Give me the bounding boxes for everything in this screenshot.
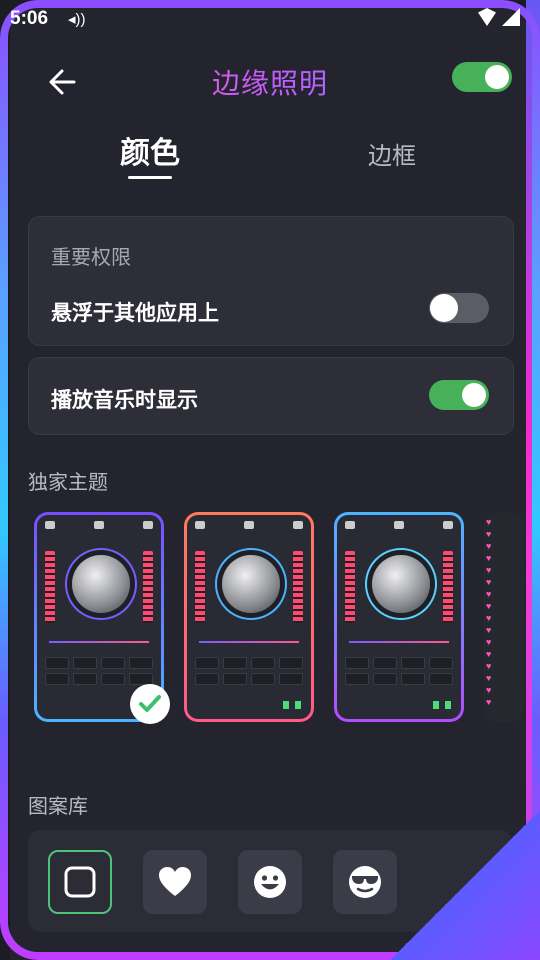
theme-preview	[337, 515, 461, 719]
toggle-knob	[485, 65, 509, 89]
heart-pattern-icon: ♥ ♥ ♥ ♥ ♥ ♥ ♥ ♥ ♥ ♥ ♥ ♥ ♥ ♥ ♥ ♥	[486, 517, 492, 707]
heart-icon	[159, 867, 191, 896]
signal-icon	[502, 8, 520, 26]
tab-underline	[128, 176, 172, 179]
selected-check-icon	[130, 684, 170, 724]
pattern-sunglasses-button[interactable]	[333, 850, 397, 914]
overlay-toggle[interactable]	[429, 293, 489, 323]
toggle-knob	[430, 294, 458, 322]
tab-color[interactable]: 颜色	[120, 128, 180, 172]
header: 边缘照明	[0, 56, 540, 106]
dial-icon	[372, 555, 430, 613]
theme-card-2[interactable]	[184, 512, 314, 722]
music-display-card: 播放音乐时显示	[28, 357, 514, 435]
dial-icon	[72, 555, 130, 613]
theme-card-1[interactable]	[34, 512, 170, 724]
overlay-label: 悬浮于其他应用上	[51, 302, 219, 325]
master-toggle[interactable]	[452, 62, 512, 92]
square-icon	[64, 866, 96, 898]
status-bar: 5:06 ◂))	[0, 0, 540, 36]
music-display-label: 播放音乐时显示	[51, 389, 198, 412]
music-display-toggle[interactable]	[429, 380, 489, 410]
pattern-heart-button[interactable]	[143, 850, 207, 914]
pattern-section-label: 图案库	[28, 796, 88, 818]
dial-icon	[222, 555, 280, 613]
wifi-icon	[478, 8, 496, 26]
themes-carousel[interactable]: ♥ ♥ ♥ ♥ ♥ ♥ ♥ ♥ ♥ ♥ ♥ ♥ ♥ ♥ ♥ ♥	[34, 512, 524, 730]
vibrate-icon: ◂))	[68, 11, 86, 28]
theme-preview	[187, 515, 311, 719]
smiley-icon	[254, 866, 286, 898]
status-icons	[478, 8, 520, 26]
themes-section-label: 独家主题	[28, 472, 108, 494]
corner-fold	[390, 810, 540, 960]
status-time: 5:06	[10, 8, 49, 29]
toggle-knob	[462, 383, 486, 407]
theme-card-3[interactable]	[334, 512, 464, 722]
permissions-title: 重要权限	[51, 247, 131, 269]
permissions-card: 重要权限 悬浮于其他应用上	[28, 216, 514, 346]
tab-bar: 颜色 边框	[0, 128, 540, 188]
pattern-smiley-button[interactable]	[238, 850, 302, 914]
tab-border[interactable]: 边框	[368, 136, 416, 171]
theme-card-4-partial[interactable]: ♥ ♥ ♥ ♥ ♥ ♥ ♥ ♥ ♥ ♥ ♥ ♥ ♥ ♥ ♥ ♥	[484, 512, 524, 722]
pattern-square-button[interactable]	[48, 850, 112, 914]
sunglasses-smiley-icon	[349, 866, 381, 898]
